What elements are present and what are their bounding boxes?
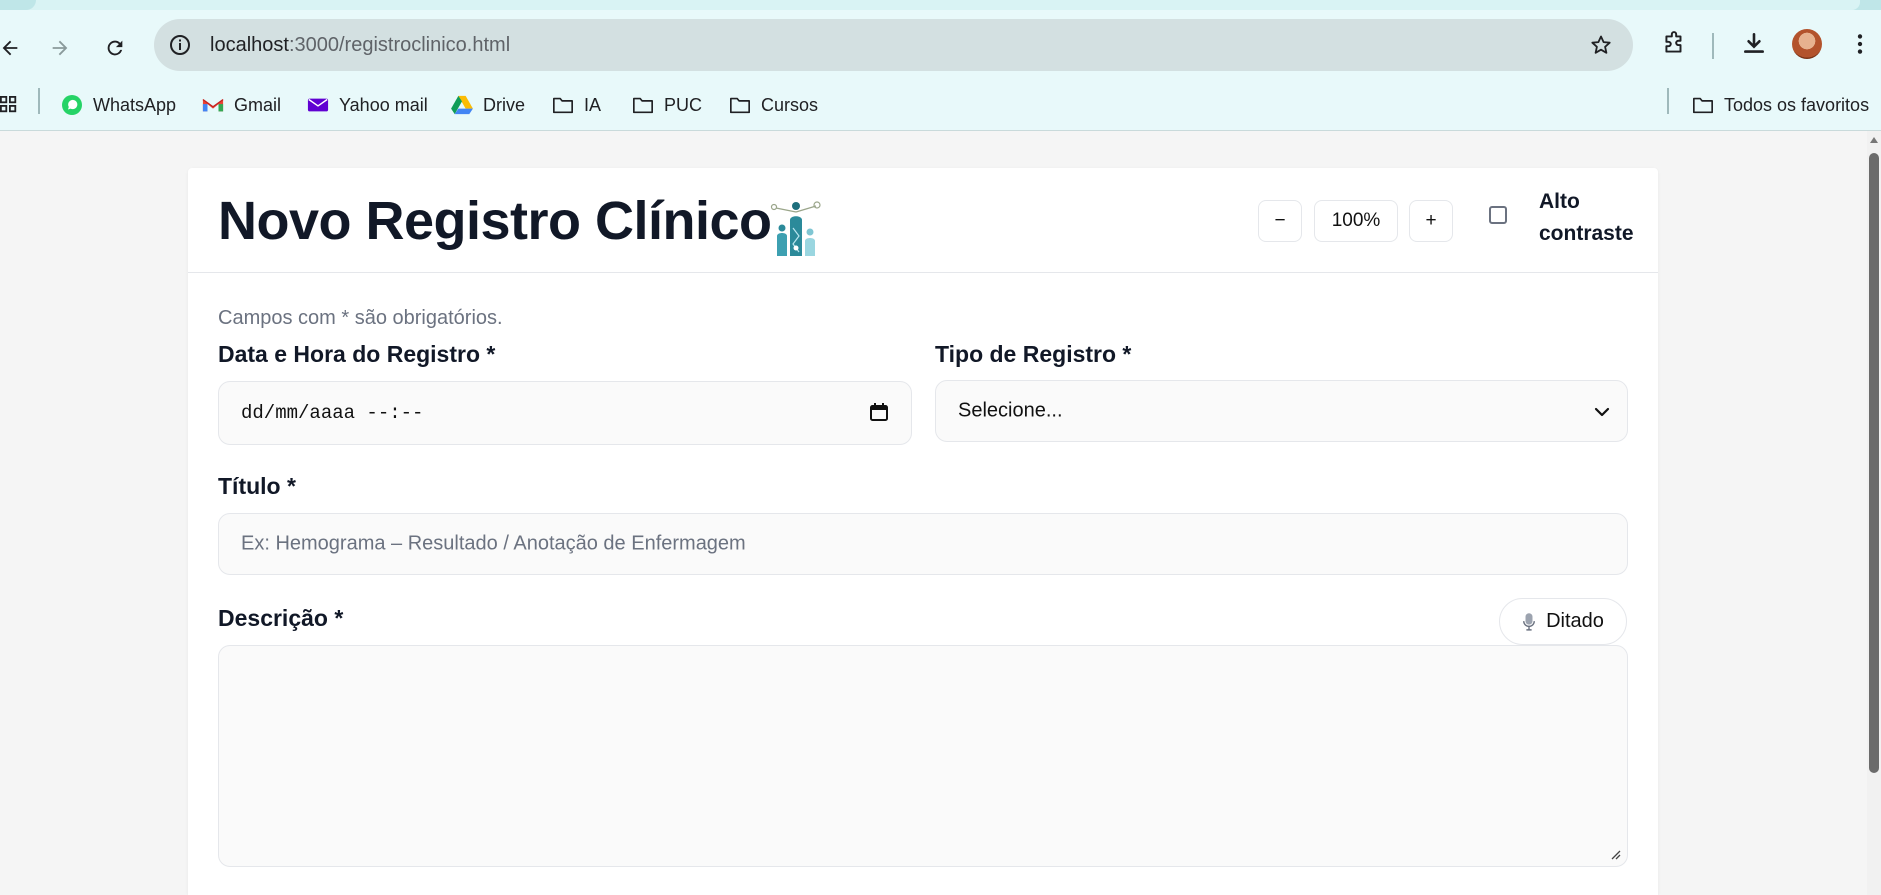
toolbar-divider [1712,33,1714,59]
address-bar[interactable]: localhost:3000/registroclinico.html [154,19,1633,71]
bookmark-label: WhatsApp [93,94,177,115]
record-type-select[interactable]: Selecione... [935,380,1628,442]
clinical-logo-icon [770,201,821,256]
all-bookmarks-button[interactable]: Todos os favoritos [1692,80,1869,130]
required-fields-hint: Campos com * são obrigatórios. [218,307,503,329]
bookmark-label: Gmail [234,94,282,115]
datetime-value: dd/mm/aaaa --:-- [241,402,424,424]
bookmark-folder-ia[interactable]: IA [552,80,601,130]
bookmarks-divider [38,88,40,114]
reload-icon [107,40,123,56]
drive-icon [451,94,473,116]
title-placeholder: Ex: Hemograma – Resultado / Anotação de … [241,532,746,555]
zoom-in-button[interactable]: + [1409,200,1453,242]
folder-icon [552,94,574,116]
browser-toolbar: localhost:3000/registroclinico.html [0,10,1881,80]
tab-strip [0,0,1881,10]
bookmark-label: Drive [483,94,526,115]
url-host: localhost [210,34,289,56]
datetime-input[interactable]: dd/mm/aaaa --:-- [218,381,912,445]
bookmark-folder-cursos[interactable]: Cursos [729,80,818,130]
forward-arrow-icon [52,40,68,56]
site-info-icon[interactable] [168,33,192,57]
record-type-label: Tipo de Registro * [935,341,1132,367]
profile-avatar[interactable] [1792,29,1822,59]
chevron-down-icon [1594,407,1610,417]
bookmark-gmail[interactable]: Gmail [202,80,281,130]
description-label: Descrição * [218,605,344,631]
high-contrast-label[interactable]: Alto contraste [1539,186,1649,250]
bookmarks-divider [1667,88,1669,114]
bookmark-label: Cursos [761,94,819,115]
folder-icon [729,94,751,116]
bookmark-folder-puc[interactable]: PUC [632,80,702,130]
record-type-selected: Selecione... [958,399,1063,422]
forward-button[interactable] [42,30,78,66]
all-bookmarks-label: Todos os favoritos [1724,94,1870,115]
apps-grid-icon [0,94,20,116]
tab-edge [0,0,36,10]
clinical-record-card: Novo Registro Clínico − 100% + Alto cont… [188,168,1658,895]
url-path: :3000/registroclinico.html [288,34,511,56]
page-scrollbar[interactable] [1867,131,1881,895]
puzzle-icon [1665,31,1682,53]
reload-button[interactable] [97,30,133,66]
zoom-out-button[interactable]: − [1258,200,1302,242]
bookmarks-bar: WhatsApp Gmail Yahoo mail Drive IA PUC C… [0,80,1881,131]
kebab-menu-icon [1857,34,1863,54]
yahoo-mail-icon [307,94,329,116]
gmail-icon [202,94,224,116]
folder-icon [1692,94,1714,116]
extensions-button[interactable] [1660,30,1688,58]
download-icon [1744,32,1764,53]
bookmark-whatsapp[interactable]: WhatsApp [61,80,176,130]
calendar-icon[interactable] [869,402,889,422]
bookmark-label: IA [584,94,602,115]
microphone-icon [1522,612,1536,632]
apps-button[interactable] [0,80,30,130]
page-title: Novo Registro Clínico [218,191,772,251]
active-tab[interactable] [0,0,1860,10]
back-button[interactable] [0,30,28,66]
scrollbar-thumb[interactable] [1869,153,1879,773]
bookmark-yahoo-mail[interactable]: Yahoo mail [307,80,428,130]
card-header: Novo Registro Clínico − 100% + Alto cont… [188,168,1658,273]
downloads-button[interactable] [1740,30,1768,58]
scroll-up-icon[interactable] [1870,137,1878,143]
description-textarea[interactable] [218,645,1628,867]
folder-icon [632,94,654,116]
resize-handle-icon[interactable] [1609,848,1621,860]
bookmark-label: Yahoo mail [339,94,428,115]
dictation-button[interactable]: Ditado [1499,598,1627,645]
dictation-label: Ditado [1546,610,1604,632]
datetime-label: Data e Hora do Registro * [218,341,496,367]
high-contrast-checkbox[interactable] [1489,206,1507,224]
zoom-level-display: 100% [1314,200,1398,242]
url-text[interactable]: localhost:3000/registroclinico.html [210,34,510,57]
whatsapp-icon [61,94,83,116]
bookmark-star-icon[interactable] [1589,33,1613,57]
title-input[interactable]: Ex: Hemograma – Resultado / Anotação de … [218,513,1628,575]
bookmark-label: PUC [664,94,703,115]
back-arrow-icon [2,40,18,56]
browser-menu-button[interactable] [1846,30,1874,58]
title-label: Título * [218,473,296,499]
bookmark-drive[interactable]: Drive [451,80,525,130]
